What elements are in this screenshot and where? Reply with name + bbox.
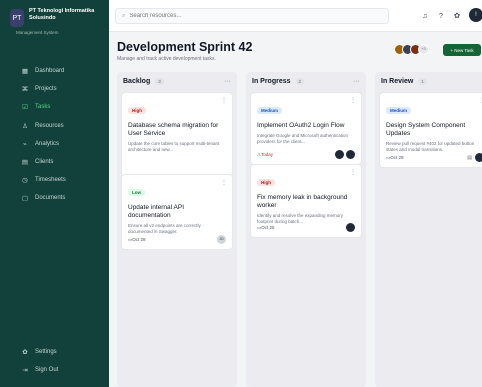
task-card[interactable]: ⋮ Medium Implement OAuth2 Login Flow Int… (250, 92, 362, 165)
sidebar-nav: ▦ Dashboard ⌘ Projects ☑ Tasks ♙ Resourc… (0, 62, 109, 208)
sidebar-item-label: Settings (35, 349, 57, 356)
clock-icon: ◷ (22, 177, 28, 185)
sidebar: PT PT Teknologi Informatika Solusindo Ma… (0, 0, 109, 387)
task-description: Integrate Google and Microsoft authentic… (257, 133, 349, 144)
drag-handle-icon[interactable]: ⋮ (221, 179, 227, 186)
checkbox-icon: ☑ (22, 104, 28, 112)
task-title: Fix memory leak in background worker (257, 194, 348, 209)
assignee-avatar[interactable] (475, 153, 482, 162)
search-input[interactable] (129, 13, 370, 19)
assignee-avatar[interactable] (335, 150, 344, 159)
sidebar-item-label: Tasks (35, 104, 51, 111)
task-description: Review pull request #402 for updated but… (386, 141, 475, 152)
search-box: ⌕ (115, 8, 389, 24)
page-title: Development Sprint 42 (117, 40, 253, 54)
clients-icon: ▤ (21, 159, 29, 167)
priority-tag: High (128, 107, 146, 114)
column-in-progress: In Progress 2 ··· ⋮ Medium Implement OAu… (246, 72, 366, 387)
sidebar-item-dashboard[interactable]: ▦ Dashboard (0, 62, 109, 80)
search-icon: ⌕ (122, 12, 126, 19)
sidebar-item-label: Clients (35, 159, 54, 166)
more-options-icon[interactable]: ··· (224, 78, 231, 85)
due-date: Today (261, 152, 274, 157)
priority-tag: Low (128, 189, 145, 196)
gear-icon: ✿ (22, 349, 28, 357)
sidebar-item-clients[interactable]: ▤ Clients (0, 153, 109, 171)
topbar: ⌕ ♫ ? ✿ ! (109, 0, 482, 32)
more-members-badge: +3 (418, 44, 429, 55)
drag-handle-icon[interactable]: ⋮ (350, 169, 356, 176)
grid-icon: ▦ (21, 68, 29, 76)
due-date: Oct 25 (261, 225, 275, 230)
user-avatar[interactable]: ! (469, 8, 482, 22)
sign-out-icon: ⇥ (22, 367, 28, 375)
sidebar-item-label: Analytics (35, 140, 60, 147)
sidebar-item-label: Projects (35, 86, 57, 93)
column-count-badge: 2 (295, 77, 305, 85)
task-title: Design System Component Updates (386, 122, 466, 137)
task-description: Update the core tables to support multi-… (128, 141, 220, 152)
column-count-badge: 1 (418, 77, 427, 85)
help-icon[interactable]: ? (434, 9, 448, 23)
sidebar-item-label: Dashboard (35, 68, 65, 75)
assignee-avatar[interactable] (346, 223, 355, 232)
column-title: In Progress (252, 77, 291, 85)
company-logo-icon: PT (10, 9, 24, 27)
due-date: Oct 29 (390, 155, 404, 160)
sidebar-item-label: Resources (35, 122, 64, 129)
drag-handle-icon[interactable]: ⋮ (350, 97, 356, 104)
assignee-avatar[interactable] (346, 150, 355, 159)
more-options-icon[interactable]: ··· (353, 78, 360, 85)
task-card[interactable]: ⋮ Medium Design System Component Updates… (379, 92, 482, 168)
gear-icon[interactable]: ✿ (450, 9, 464, 23)
column-title: In Review (381, 77, 414, 85)
comment-icon[interactable]: ▤ (467, 155, 472, 161)
sidebar-item-label: Timesheets (35, 177, 66, 184)
bell-icon[interactable]: ♫ (418, 9, 432, 23)
sidebar-item-sign-out[interactable]: ⇥ Sign Out (0, 361, 109, 379)
priority-tag: Medium (257, 107, 283, 114)
sidebar-bottom-nav: ✿ Settings ⇥ Sign Out (0, 343, 109, 379)
priority-tag: Medium (386, 107, 412, 114)
sidebar-item-settings[interactable]: ✿ Settings (0, 343, 109, 361)
sidebar-item-resources[interactable]: ♙ Resources (0, 117, 109, 135)
sidebar-item-label: Sign Out (35, 367, 59, 374)
task-title: Database schema migration for User Servi… (128, 122, 219, 137)
projects-icon: ⌘ (21, 86, 29, 94)
brand: PT PT Teknologi Informatika Solusindo (0, 0, 109, 27)
task-card[interactable]: ⋮ Low Update internal API documentation … (121, 174, 233, 250)
sidebar-item-projects[interactable]: ⌘ Projects (0, 80, 109, 98)
sidebar-item-documents[interactable]: ▢ Documents (0, 189, 109, 207)
document-icon: ▢ (21, 195, 29, 203)
drag-handle-icon[interactable]: ⋮ (221, 97, 227, 104)
task-title: Implement OAuth2 Login Flow (257, 122, 345, 129)
priority-tag: High (257, 179, 275, 186)
analytics-icon: ⌁ (23, 140, 27, 148)
column-count-badge: 3 (155, 77, 164, 85)
column-backlog: Backlog 3 ··· ⋮ High Database schema mig… (117, 72, 237, 387)
assignee-avatar[interactable]: JD (217, 235, 226, 244)
column-in-review: In Review 1 ⋮ Medium Design System Compo… (375, 72, 482, 387)
task-card[interactable]: ⋮ High Fix memory leak in background wor… (250, 164, 362, 238)
due-date: Oct 28 (132, 237, 146, 242)
sidebar-item-label: Documents (35, 195, 66, 202)
system-subtitle: Management System (16, 30, 59, 35)
company-name: PT Teknologi Informatika Solusindo (29, 8, 95, 21)
sidebar-item-timesheets[interactable]: ◷ Timesheets (0, 171, 109, 189)
new-task-button[interactable]: + New Task (443, 44, 481, 56)
task-description: Ensure all v2 endpoints are correctly do… (128, 223, 201, 234)
sidebar-item-analytics[interactable]: ⌁ Analytics (0, 135, 109, 153)
team-avatars[interactable]: +3 (394, 44, 429, 55)
task-title: Update internal API documentation (128, 204, 185, 219)
column-title: Backlog (123, 77, 151, 85)
page-subtitle: Manage and track active development task… (117, 56, 216, 62)
users-icon: ♙ (22, 122, 28, 130)
sidebar-item-tasks[interactable]: ☑ Tasks (0, 98, 109, 116)
